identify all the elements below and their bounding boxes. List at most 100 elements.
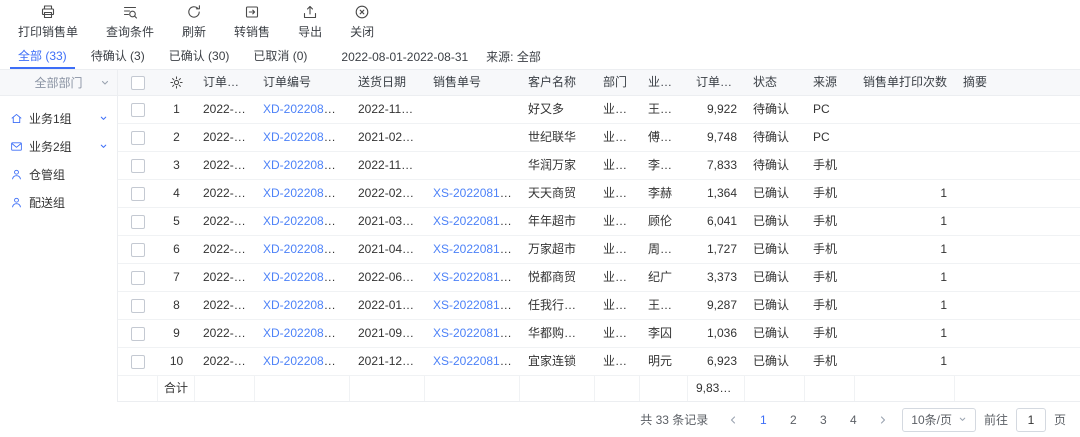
sales-no-link[interactable]: XS-20220816-000014: [433, 214, 520, 228]
prev-page-button[interactable]: [722, 409, 744, 431]
order-no-link[interactable]: XD-20220816-000012: [263, 270, 350, 284]
goto-page-input[interactable]: [1016, 408, 1046, 432]
col-summary[interactable]: 摘要: [955, 70, 1080, 95]
row-index: 8: [158, 292, 195, 319]
row-checkbox[interactable]: [131, 327, 145, 341]
row-checkbox[interactable]: [131, 243, 145, 257]
cell-salesman: 明元: [640, 348, 688, 375]
table-row[interactable]: 10 2022-04-11 XD-20220816-000009 2021-12…: [118, 348, 1080, 376]
records-total-text: 共 33 条记录: [640, 411, 708, 428]
page-button-3[interactable]: 3: [812, 409, 834, 431]
table-row[interactable]: 7 2022-08-10 XD-20220816-000012 2022-06-…: [118, 264, 1080, 292]
col-print-count[interactable]: 销售单打印次数: [855, 70, 955, 95]
col-source[interactable]: 来源: [805, 70, 855, 95]
row-checkbox[interactable]: [131, 187, 145, 201]
print-sales-order-button[interactable]: 打印销售单: [4, 4, 92, 40]
order-no-link[interactable]: XD-20220816-000018: [263, 102, 350, 116]
row-checkbox[interactable]: [131, 299, 145, 313]
cell-order-no: XD-20220816-000010: [255, 320, 350, 347]
select-all-checkbox[interactable]: [131, 76, 145, 90]
header-checkbox-cell: [118, 70, 158, 95]
row-checkbox[interactable]: [131, 355, 145, 369]
col-salesman[interactable]: 业务员: [640, 70, 688, 95]
page-button-4[interactable]: 4: [842, 409, 864, 431]
orders-table: 订单日期 订单编号 送货日期 销售单号 客户名称 部门 业务员 订单金额 状态 …: [118, 70, 1080, 402]
cell-status: 待确认: [745, 152, 805, 179]
col-amount[interactable]: 订单金额: [688, 70, 745, 95]
convert-to-sales-button[interactable]: 转销售: [220, 4, 284, 40]
cell-salesman: 王乐康: [640, 292, 688, 319]
col-order-date[interactable]: 订单日期: [195, 70, 255, 95]
column-settings-gear-icon[interactable]: [169, 75, 184, 90]
sales-no-link[interactable]: XS-20220816-000011: [433, 298, 520, 312]
tab-all[interactable]: 全部 (33): [10, 44, 75, 69]
cell-customer-name: 好又多: [520, 96, 595, 123]
row-checkbox-cell: [118, 236, 158, 263]
row-checkbox[interactable]: [131, 215, 145, 229]
cell-salesman: 傅彭海: [640, 124, 688, 151]
cell-salesman: 周乐心: [640, 236, 688, 263]
table-row[interactable]: 2 2022-08-15 XD-20220816-000017 2021-02-…: [118, 124, 1080, 152]
sidebar-item-business-group-1[interactable]: 业务1组: [0, 104, 117, 132]
page-size-select[interactable]: 10条/页: [902, 408, 976, 432]
tab-confirmed[interactable]: 已确认 (30): [161, 44, 238, 69]
sales-no-link[interactable]: XS-20220816-000012: [433, 270, 520, 284]
table-row[interactable]: 3 2022-08-14 XD-20220816-000016 2022-11-…: [118, 152, 1080, 180]
table-row[interactable]: 8 2022-08-09 XD-20220816-000011 2022-01-…: [118, 292, 1080, 320]
row-checkbox[interactable]: [131, 131, 145, 145]
row-checkbox[interactable]: [131, 103, 145, 117]
sales-no-link[interactable]: XS-20220816-000010: [433, 326, 520, 340]
footer-total-amount: 9,834,345.00: [688, 376, 745, 401]
sales-no-link[interactable]: XS-20220816-000009: [433, 354, 520, 368]
refresh-button[interactable]: 刷新: [168, 4, 220, 40]
group-list: 业务1组 业务2组 仓管组 配送组: [0, 96, 117, 216]
tab-cancelled[interactable]: 已取消 (0): [245, 44, 315, 69]
order-no-link[interactable]: XD-20220816-000016: [263, 158, 350, 172]
row-checkbox[interactable]: [131, 271, 145, 285]
table-row[interactable]: 6 2022-08-11 XD-20220816-000013 2021-04-…: [118, 236, 1080, 264]
table-row[interactable]: 5 2022-08-12 XD-20220816-000014 2021-03-…: [118, 208, 1080, 236]
order-no-link[interactable]: XD-20220816-000015: [263, 186, 350, 200]
date-range-text: 2022-08-01-2022-08-31: [341, 44, 468, 69]
order-no-link[interactable]: XD-20220816-000017: [263, 130, 350, 144]
col-department[interactable]: 部门: [595, 70, 640, 95]
order-no-link[interactable]: XD-20220816-000010: [263, 326, 350, 340]
page-button-2[interactable]: 2: [782, 409, 804, 431]
sidebar-item-delivery-group[interactable]: 配送组: [0, 188, 117, 216]
sales-no-link[interactable]: XS-20220816-000015: [433, 186, 520, 200]
col-customer[interactable]: 客户名称: [520, 70, 595, 95]
order-no-link[interactable]: XD-20220816-000011: [263, 298, 350, 312]
query-criteria-button[interactable]: 查询条件: [92, 4, 168, 40]
next-page-button[interactable]: [872, 409, 894, 431]
order-no-link[interactable]: XD-20220816-000009: [263, 354, 350, 368]
col-status[interactable]: 状态: [745, 70, 805, 95]
page-button-1[interactable]: 1: [752, 409, 774, 431]
cell-delivery-date: 2021-12-12: [350, 348, 425, 375]
cell-department: 业务一部: [595, 152, 640, 179]
order-no-link[interactable]: XD-20220816-000014: [263, 214, 350, 228]
cell-customer-name: 天天商贸: [520, 180, 595, 207]
row-checkbox[interactable]: [131, 159, 145, 173]
col-sales-no[interactable]: 销售单号: [425, 70, 520, 95]
order-no-link[interactable]: XD-20220816-000013: [263, 242, 350, 256]
person-icon: [10, 196, 23, 209]
cell-department: 业务一部: [595, 180, 640, 207]
export-button[interactable]: 导出: [284, 4, 336, 40]
cell-status: 已确认: [745, 236, 805, 263]
search-criteria-icon: [122, 4, 138, 20]
close-button[interactable]: 关闭: [336, 4, 388, 40]
person-icon: [10, 168, 23, 181]
sidebar-item-warehouse-group[interactable]: 仓管组: [0, 160, 117, 188]
table-row[interactable]: 9 2022-08-08 XD-20220816-000010 2021-09-…: [118, 320, 1080, 348]
col-delivery-date[interactable]: 送货日期: [350, 70, 425, 95]
table-row[interactable]: 4 2022-08-13 XD-20220816-000015 2022-02-…: [118, 180, 1080, 208]
cell-salesman: 纪广: [640, 264, 688, 291]
table-row[interactable]: 1 2022-08-16 XD-20220816-000018 2022-11-…: [118, 96, 1080, 124]
sidebar-item-business-group-2[interactable]: 业务2组: [0, 132, 117, 160]
sales-no-link[interactable]: XS-20220816-000013: [433, 242, 520, 256]
col-order-no[interactable]: 订单编号: [255, 70, 350, 95]
cell-summary: [955, 292, 1080, 319]
tab-pending[interactable]: 待确认 (3): [83, 44, 153, 69]
department-dropdown[interactable]: 全部部门: [0, 70, 117, 96]
goto-label: 前往: [984, 411, 1008, 428]
